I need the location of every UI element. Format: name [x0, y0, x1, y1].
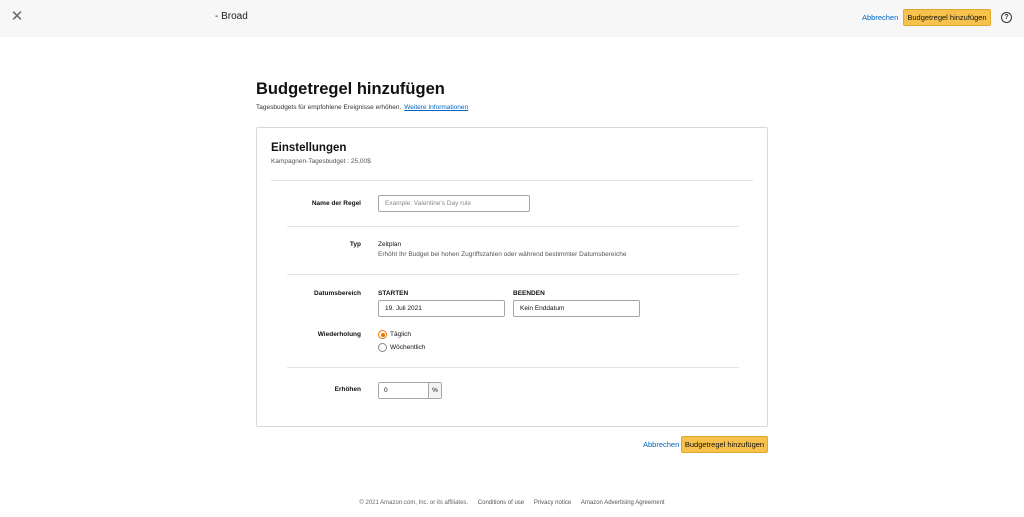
campaign-name: - Broad: [215, 11, 248, 22]
cancel-link[interactable]: Abbrechen: [643, 440, 679, 449]
start-date-label: STARTEN: [378, 290, 409, 297]
footer: © 2021 Amazon.com, Inc. or its affiliate…: [0, 500, 1024, 506]
divider: [287, 367, 739, 368]
recurrence-daily-option[interactable]: Täglich: [378, 330, 411, 339]
divider: [287, 274, 739, 275]
more-info-link[interactable]: Weitere Informationen: [404, 104, 468, 111]
type-value: Zeitplan: [378, 241, 402, 248]
radio-weekly[interactable]: [378, 343, 387, 352]
close-icon[interactable]: ✕: [9, 9, 25, 25]
help-icon[interactable]: ?: [1001, 12, 1012, 23]
page-subtitle: Tagesbudgets für empfohlene Ereignisse e…: [256, 104, 468, 111]
settings-title: Einstellungen: [271, 142, 347, 154]
increase-label: Erhöhen: [334, 386, 361, 393]
increase-field: %: [378, 382, 442, 399]
divider: [287, 226, 739, 227]
copyright: © 2021 Amazon.com, Inc. or its affiliate…: [359, 500, 469, 506]
start-date-input[interactable]: [378, 300, 505, 317]
advertising-agreement-link[interactable]: Amazon Advertising Agreement: [581, 500, 665, 506]
campaign-daily-budget: Kampagnen-Tagesbudget : 25,00$: [271, 158, 371, 165]
radio-weekly-label: Wöchentlich: [390, 344, 426, 351]
header-cancel-link[interactable]: Abbrechen: [862, 13, 898, 22]
percent-suffix: %: [428, 383, 441, 398]
settings-card: Einstellungen Kampagnen-Tagesbudget : 25…: [256, 127, 768, 427]
rule-name-input[interactable]: [378, 195, 530, 212]
end-date-input[interactable]: [513, 300, 640, 317]
type-description: Erhöht Ihr Budget bei hohen Zugriffszahl…: [378, 251, 627, 258]
privacy-link[interactable]: Privacy notice: [534, 500, 571, 506]
subtitle-text: Tagesbudgets für empfohlene Ereignisse e…: [256, 104, 402, 111]
recurrence-label: Wiederholung: [317, 331, 361, 338]
header-add-budget-rule-button[interactable]: Budgetregel hinzufügen: [903, 9, 991, 26]
rule-name-label: Name der Regel: [311, 200, 361, 207]
radio-daily-label: Täglich: [390, 331, 411, 338]
date-range-label: Datumsbereich: [314, 290, 361, 297]
divider: [271, 180, 753, 181]
end-date-label: BEENDEN: [513, 290, 545, 297]
page-title: Budgetregel hinzufügen: [256, 80, 445, 98]
recurrence-weekly-option[interactable]: Wöchentlich: [378, 343, 425, 352]
add-budget-rule-button[interactable]: Budgetregel hinzufügen: [681, 436, 768, 453]
top-bar: ✕ - Broad Abbrechen Budgetregel hinzufüg…: [0, 0, 1024, 37]
type-label: Typ: [349, 241, 361, 248]
increase-input[interactable]: [379, 383, 428, 398]
radio-daily[interactable]: [378, 330, 387, 339]
conditions-link[interactable]: Conditions of use: [478, 500, 524, 506]
